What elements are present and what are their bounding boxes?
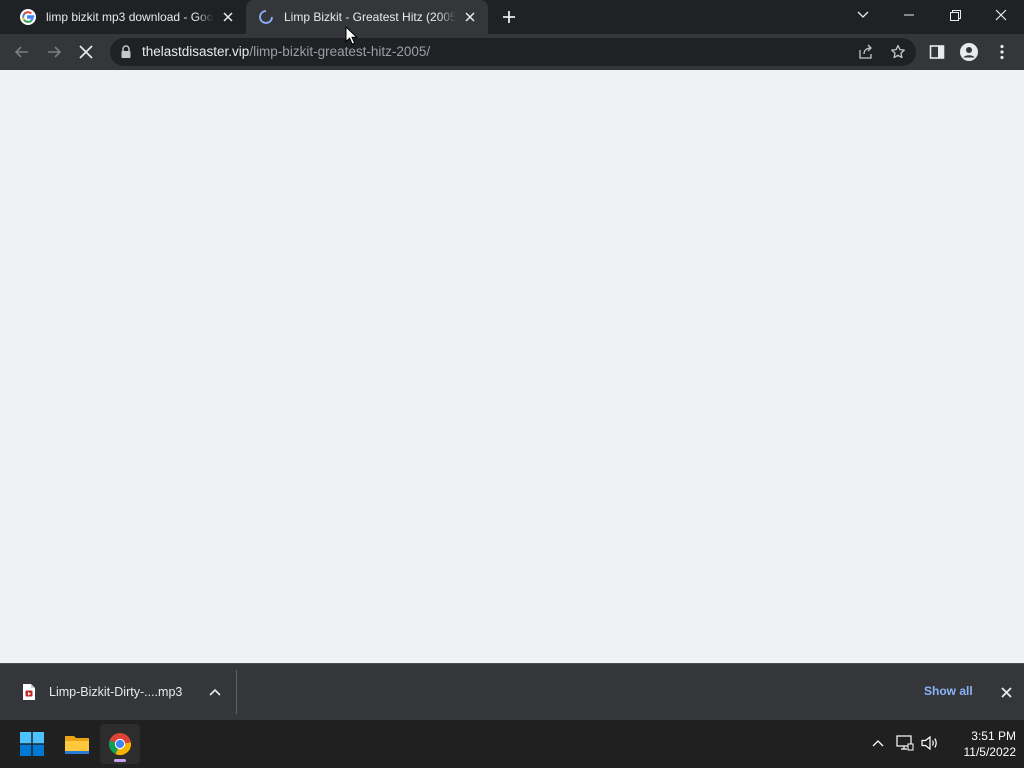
tab-limp-bizkit-greatest-hitz[interactable]: Limp Bizkit - Greatest Hitz (2005) — [246, 0, 488, 34]
browser-toolbar: thelastdisaster.vip/limp-bizkit-greatest… — [0, 34, 1024, 70]
chevron-up-icon[interactable] — [205, 682, 225, 702]
new-tab-button[interactable] — [498, 6, 520, 28]
more-vert-icon — [1000, 44, 1004, 60]
menu-button[interactable] — [988, 38, 1016, 66]
arrow-left-icon — [14, 46, 28, 58]
minimize-icon — [904, 14, 914, 16]
side-panel-icon — [929, 45, 945, 59]
lock-icon — [121, 45, 131, 58]
close-icon — [995, 9, 1007, 21]
profile-button[interactable] — [955, 38, 983, 66]
address-bar[interactable]: thelastdisaster.vip/limp-bizkit-greatest… — [110, 38, 916, 66]
arrow-right-icon — [48, 46, 62, 58]
restore-icon — [949, 9, 961, 21]
download-item[interactable]: Limp-Bizkit-Dirty-....mp3 — [12, 674, 236, 710]
url-domain: thelastdisaster.vip — [142, 44, 250, 59]
close-icon — [1000, 686, 1012, 698]
forward-button[interactable] — [40, 38, 68, 66]
tab-title: Limp Bizkit - Greatest Hitz (2005) — [284, 10, 456, 24]
url-text: thelastdisaster.vip/limp-bizkit-greatest… — [142, 38, 430, 66]
divider — [236, 670, 237, 714]
close-shelf-button[interactable] — [996, 682, 1016, 702]
network-icon[interactable] — [894, 732, 916, 754]
close-window-button[interactable] — [978, 0, 1024, 30]
bookmark-star-icon[interactable] — [887, 42, 909, 62]
plus-icon — [503, 11, 515, 23]
mp3-file-icon — [23, 684, 35, 700]
file-explorer-icon[interactable] — [57, 724, 97, 764]
close-icon — [79, 45, 93, 59]
google-g-icon — [20, 9, 36, 25]
download-shelf: Limp-Bizkit-Dirty-....mp3 Show all — [0, 663, 1024, 720]
active-app-indicator — [114, 759, 126, 762]
side-panel-button[interactable] — [923, 38, 951, 66]
chevron-down-icon — [857, 11, 869, 18]
download-filename: Limp-Bizkit-Dirty-....mp3 — [49, 685, 183, 699]
mouse-cursor-icon — [345, 26, 359, 45]
url-path: /limp-bizkit-greatest-hitz-2005/ — [249, 44, 431, 59]
tab-search-button[interactable] — [840, 0, 886, 30]
clock-date: 11/5/2022 — [963, 745, 1017, 759]
clock-time: 3:51 PM — [971, 729, 1016, 743]
close-tab-icon[interactable] — [460, 7, 480, 27]
back-button[interactable] — [8, 38, 36, 66]
tab-google-search[interactable]: limp bizkit mp3 download - Google Search — [8, 0, 246, 34]
system-clock[interactable]: 3:51 PM 11/5/2022 — [944, 728, 1017, 760]
chevron-up-icon[interactable] — [867, 732, 889, 754]
tab-strip: limp bizkit mp3 download - Google Search… — [0, 0, 1024, 34]
windows-taskbar: 3:51 PM 11/5/2022 — [0, 720, 1024, 768]
close-tab-icon[interactable] — [218, 7, 238, 27]
volume-icon[interactable] — [919, 732, 941, 754]
tab-title: limp bizkit mp3 download - Google Search — [46, 10, 214, 24]
share-icon[interactable] — [855, 42, 877, 62]
loading-spinner-icon — [258, 9, 274, 25]
page-content — [0, 70, 1024, 663]
stop-loading-button[interactable] — [72, 38, 100, 66]
chrome-icon[interactable] — [100, 724, 140, 764]
restore-button[interactable] — [932, 0, 978, 30]
person-icon — [960, 43, 978, 61]
minimize-button[interactable] — [886, 0, 932, 30]
show-all-button[interactable]: Show all — [918, 682, 979, 700]
windows-start-icon[interactable] — [12, 724, 52, 764]
